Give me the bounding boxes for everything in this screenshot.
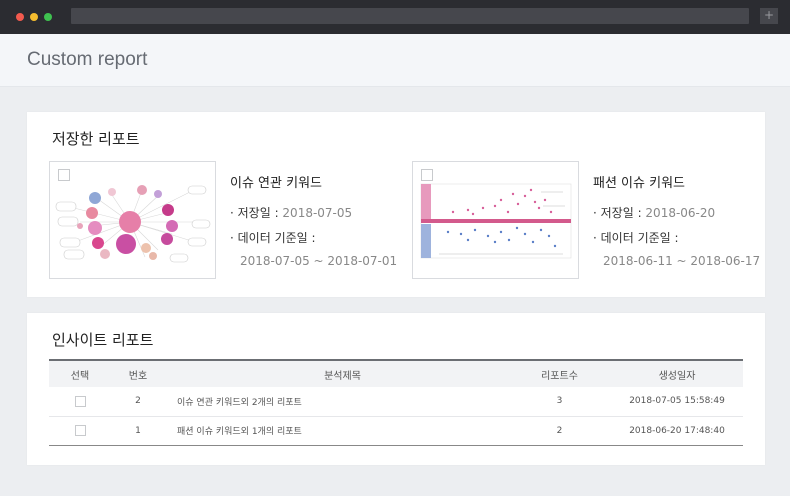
row-select-checkbox[interactable] xyxy=(74,395,86,407)
report-select-checkbox[interactable] xyxy=(58,169,70,181)
data-basis-range: 2018-06-11 ~ 2018-06-17 xyxy=(603,254,761,268)
col-header-created: 생성일자 xyxy=(658,370,696,382)
saved-reports-title: 저장한 리포트 xyxy=(52,130,140,148)
row-select-checkbox[interactable] xyxy=(74,425,86,436)
saved-date-label: · 저장일 : xyxy=(593,206,646,220)
close-window-button[interactable] xyxy=(16,13,24,21)
address-bar[interactable] xyxy=(71,8,749,24)
data-basis-range: 2018-07-05 ~ 2018-07-01 xyxy=(240,254,398,268)
insight-reports-title: 인사이트 리포트 xyxy=(52,331,154,349)
page-title: Custom report xyxy=(27,49,148,70)
saved-date-value: 2018-07-05 xyxy=(282,206,353,220)
table-row[interactable]: 2 이슈 연관 키워드외 2개의 리포트 3 2018-07-05 15:58:… xyxy=(49,387,743,417)
browser-titlebar: + xyxy=(0,0,790,34)
report-thumbnail-1[interactable] xyxy=(49,161,216,279)
insight-reports-card: 인사이트 리포트 선택 번호 분석제목 리포트수 생성일자 2 이슈 연관 키워… xyxy=(27,313,765,465)
network-graph-thumbnail xyxy=(55,185,211,263)
row-number: 1 xyxy=(111,416,165,446)
col-header-select: 선택 xyxy=(70,370,90,382)
minimize-window-button[interactable] xyxy=(30,13,38,21)
saved-report-info-1: 이슈 연관 키워드 · 저장일 : 2018-07-05 · 데이터 기준일 :… xyxy=(230,172,397,268)
col-header-number: 번호 xyxy=(128,370,148,382)
data-basis-label: · 데이터 기준일 : xyxy=(593,231,679,245)
report-thumbnail-2[interactable] xyxy=(412,161,579,279)
saved-date-line: · 저장일 : 2018-06-20 xyxy=(593,204,760,221)
saved-reports-card: 저장한 리포트 이슈 연관 키워드 · 저장일: 2018-07-05 · 데… xyxy=(27,112,765,297)
maximize-window-button[interactable] xyxy=(44,13,52,21)
col-header-title: 분석제목 xyxy=(324,370,361,382)
report-select-checkbox[interactable] xyxy=(421,169,433,181)
saved-date-label: · 저장일 : xyxy=(230,206,283,220)
saved-report-info-2: 패션 이슈 키워드 · 저장일 : 2018-06-20 · 데이터 기준일 :… xyxy=(593,172,760,268)
insight-reports-table: 선택 번호 분석제목 리포트수 생성일자 2 이슈 연관 키워드외 2개의 리포… xyxy=(49,359,743,446)
table-row[interactable]: 1 패션 이슈 키워드외 1개의 리포트 2 2018-06-20 17:48:… xyxy=(49,416,743,446)
row-created: 2018-07-05 15:58:49 xyxy=(611,387,743,417)
saved-date-line: · 저장일 : 2018-07-05 xyxy=(230,204,397,221)
table-header-row: 선택 번호 분석제목 리포트수 생성일자 xyxy=(49,360,743,387)
scatter-chart-thumbnail xyxy=(420,183,572,259)
report-name[interactable]: 이슈 연관 키워드 xyxy=(230,172,397,191)
row-title[interactable]: 이슈 연관 키워드외 2개의 리포트 xyxy=(165,387,508,417)
saved-date-value: 2018-06-20 xyxy=(645,206,716,220)
report-name[interactable]: 패션 이슈 키워드 xyxy=(593,172,760,191)
page-header: Custom report xyxy=(0,34,790,87)
row-number: 2 xyxy=(111,387,165,417)
col-header-count: 리포트수 xyxy=(541,370,578,382)
row-title[interactable]: 패션 이슈 키워드외 1개의 리포트 xyxy=(165,416,508,446)
data-basis-label: · 데이터 기준일 : xyxy=(230,231,316,245)
row-count: 2 xyxy=(508,416,611,446)
new-tab-button[interactable]: + xyxy=(760,8,778,24)
row-created: 2018-06-20 17:48:40 xyxy=(611,416,743,446)
row-count: 3 xyxy=(508,387,611,417)
